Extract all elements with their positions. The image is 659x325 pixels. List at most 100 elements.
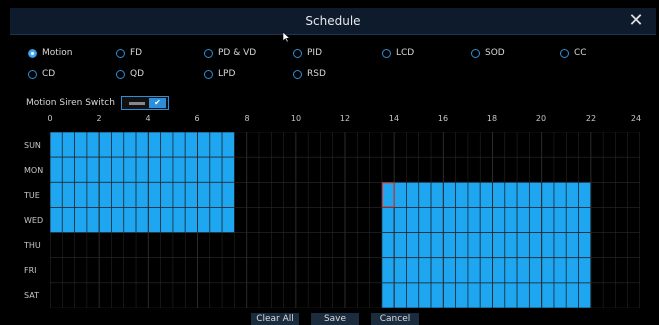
radio-pd-vd[interactable]: PD & VD (204, 46, 256, 60)
schedule-cell-mon-14[interactable] (221, 156, 235, 183)
schedule-cell-sat-43[interactable] (578, 282, 592, 308)
schedule-cell-sun-10[interactable] (172, 132, 186, 158)
schedule-cell-wed-35[interactable] (479, 207, 493, 233)
schedule-cell-sun-6[interactable] (123, 132, 137, 158)
schedule-cell-fri-29[interactable] (406, 257, 420, 284)
schedule-cell-sun-4[interactable] (98, 132, 112, 158)
schedule-cell-tue-10[interactable] (172, 181, 186, 208)
schedule-cell-mon-1[interactable] (61, 156, 75, 183)
schedule-cell-fri-35[interactable] (479, 257, 493, 284)
schedule-cell-mon-8[interactable] (147, 156, 162, 183)
schedule-cell-tue-40[interactable] (541, 181, 555, 208)
schedule-cell-sat-27[interactable] (381, 282, 395, 308)
schedule-cell-wed-40[interactable] (541, 207, 555, 233)
schedule-cell-mon-0[interactable] (50, 156, 63, 183)
schedule-cell-fri-43[interactable] (578, 257, 592, 284)
schedule-cell-wed-39[interactable] (528, 207, 543, 233)
schedule-cell-wed-6[interactable] (123, 207, 137, 233)
schedule-cell-thu-37[interactable] (504, 232, 518, 259)
schedule-cell-mon-6[interactable] (123, 156, 137, 183)
schedule-cell-thu-39[interactable] (528, 232, 543, 259)
schedule-cell-sat-35[interactable] (479, 282, 493, 308)
schedule-cell-tue-2[interactable] (74, 181, 88, 208)
schedule-cell-fri-33[interactable] (455, 257, 469, 284)
schedule-cell-tue-7[interactable] (135, 181, 149, 208)
schedule-cell-wed-30[interactable] (418, 207, 432, 233)
schedule-cell-fri-38[interactable] (516, 257, 530, 284)
schedule-grid-svg[interactable] (50, 132, 640, 308)
schedule-cell-tue-37[interactable] (504, 181, 518, 208)
schedule-cell-thu-36[interactable] (492, 232, 506, 259)
schedule-cell-thu-28[interactable] (393, 232, 407, 259)
schedule-cell-wed-1[interactable] (61, 207, 75, 233)
schedule-cell-thu-33[interactable] (455, 232, 469, 259)
schedule-cell-thu-27[interactable] (381, 232, 395, 259)
schedule-cell-sat-40[interactable] (541, 282, 555, 308)
schedule-cell-wed-33[interactable] (455, 207, 469, 233)
schedule-cell-tue-4[interactable] (98, 181, 112, 208)
radio-cd[interactable]: CD (28, 67, 55, 81)
schedule-cell-mon-4[interactable] (98, 156, 112, 183)
schedule-cell-tue-13[interactable] (209, 181, 223, 208)
schedule-cell-fri-36[interactable] (492, 257, 506, 284)
radio-lcd[interactable]: LCD (382, 46, 414, 60)
schedule-cell-fri-27[interactable] (381, 257, 395, 284)
schedule-cell-fri-42[interactable] (565, 257, 579, 284)
schedule-cell-sat-30[interactable] (418, 282, 432, 308)
schedule-cell-fri-31[interactable] (430, 257, 444, 284)
radio-cc[interactable]: CC (560, 46, 587, 60)
schedule-cell-wed-13[interactable] (209, 207, 223, 233)
schedule-cell-sat-33[interactable] (455, 282, 469, 308)
schedule-cell-sat-32[interactable] (442, 282, 457, 308)
schedule-cell-tue-12[interactable] (197, 181, 211, 208)
schedule-cell-tue-31[interactable] (430, 181, 444, 208)
schedule-cell-sun-2[interactable] (74, 132, 88, 158)
schedule-cell-tue-3[interactable] (86, 181, 100, 208)
schedule-cell-thu-31[interactable] (430, 232, 444, 259)
schedule-cell-wed-41[interactable] (553, 207, 567, 233)
schedule-cell-wed-3[interactable] (86, 207, 100, 233)
schedule-cell-tue-43[interactable] (578, 181, 592, 208)
schedule-cell-tue-27[interactable] (381, 181, 395, 208)
schedule-cell-wed-4[interactable] (98, 207, 112, 233)
schedule-cell-tue-39[interactable] (528, 181, 543, 208)
schedule-cell-wed-28[interactable] (393, 207, 407, 233)
schedule-cell-tue-30[interactable] (418, 181, 432, 208)
schedule-cell-wed-14[interactable] (221, 207, 235, 233)
schedule-cell-fri-39[interactable] (528, 257, 543, 284)
schedule-cell-sat-42[interactable] (565, 282, 579, 308)
schedule-cell-thu-43[interactable] (578, 232, 592, 259)
schedule-cell-tue-5[interactable] (111, 181, 125, 208)
schedule-cell-fri-34[interactable] (467, 257, 481, 284)
schedule-cell-thu-42[interactable] (565, 232, 579, 259)
schedule-cell-wed-7[interactable] (135, 207, 149, 233)
schedule-cell-tue-41[interactable] (553, 181, 567, 208)
schedule-cell-thu-35[interactable] (479, 232, 493, 259)
schedule-cell-wed-2[interactable] (74, 207, 88, 233)
schedule-cell-mon-12[interactable] (197, 156, 211, 183)
schedule-cell-wed-8[interactable] (147, 207, 162, 233)
schedule-cell-tue-11[interactable] (184, 181, 198, 208)
schedule-cell-wed-27[interactable] (381, 207, 395, 233)
schedule-cell-sun-13[interactable] (209, 132, 223, 158)
schedule-cell-wed-0[interactable] (50, 207, 63, 233)
schedule-cell-tue-0[interactable] (50, 181, 63, 208)
schedule-cell-fri-37[interactable] (504, 257, 518, 284)
schedule-cell-sun-14[interactable] (221, 132, 235, 158)
schedule-cell-sat-37[interactable] (504, 282, 518, 308)
schedule-cell-sat-38[interactable] (516, 282, 530, 308)
schedule-cell-sun-12[interactable] (197, 132, 211, 158)
radio-pid[interactable]: PID (293, 46, 322, 60)
radio-lpd[interactable]: LPD (204, 67, 235, 81)
schedule-cell-tue-36[interactable] (492, 181, 506, 208)
schedule-cell-tue-1[interactable] (61, 181, 75, 208)
cancel-button[interactable]: Cancel (371, 313, 419, 325)
schedule-cell-sun-5[interactable] (111, 132, 125, 158)
schedule-cell-tue-9[interactable] (160, 181, 174, 208)
schedule-cell-thu-30[interactable] (418, 232, 432, 259)
clear-all-button[interactable]: Clear All (251, 313, 299, 325)
schedule-cell-sun-11[interactable] (184, 132, 198, 158)
schedule-cell-mon-10[interactable] (172, 156, 186, 183)
schedule-cell-wed-43[interactable] (578, 207, 592, 233)
schedule-cell-sun-9[interactable] (160, 132, 174, 158)
